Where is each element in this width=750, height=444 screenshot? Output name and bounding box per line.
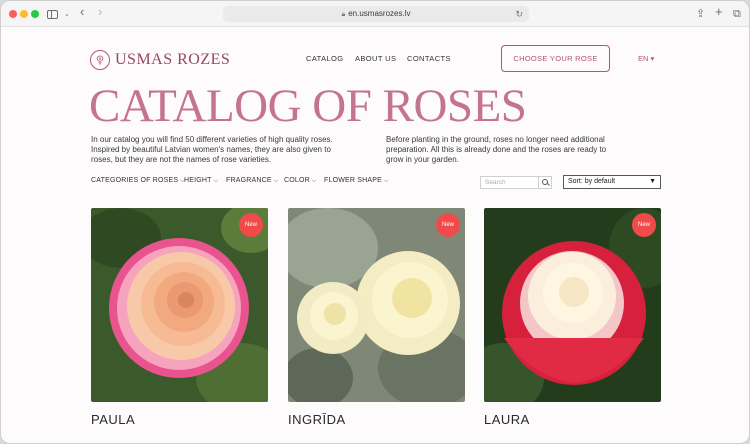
product-image-paula[interactable]: New (91, 208, 268, 402)
product-image-ingrida[interactable]: New (288, 208, 465, 402)
nav-about-us[interactable]: ABOUT US (355, 54, 396, 63)
sort-select[interactable]: Sort: by default ▼ (563, 175, 661, 189)
browser-toolbar: ⌄ ‹ › 🔒︎ en.usmasrozes.lv ↻ ⇪ + ⧉ (1, 1, 749, 27)
share-icon[interactable]: ⇪ (696, 6, 705, 22)
search-icon[interactable] (538, 177, 551, 188)
url-text: en.usmasrozes.lv (348, 9, 411, 18)
filter-categories[interactable]: CATEGORIES OF ROSES ⌵ (91, 177, 185, 185)
filter-label: CATEGORIES OF ROSES (91, 177, 179, 184)
language-selector[interactable]: EN ▾ (638, 54, 654, 63)
filter-height[interactable]: HEIGHT ⌵ (184, 177, 218, 185)
search-input[interactable]: Search (480, 176, 552, 189)
intro-text-left: In our catalog you will find 50 differen… (91, 135, 333, 164)
logo-rose-icon[interactable] (90, 50, 110, 70)
dropdown-arrow-icon: ▼ (649, 178, 656, 185)
choose-your-rose-button[interactable]: CHOOSE YOUR ROSE (501, 45, 610, 72)
forward-icon[interactable]: › (98, 4, 102, 20)
sidebar-toggle-icon[interactable] (47, 10, 58, 19)
chevron-down-icon: ⌵ (311, 178, 317, 184)
intro-text-right: Before planting in the ground, roses no … (386, 135, 607, 164)
filter-label: COLOR (284, 177, 310, 184)
new-tab-icon[interactable]: + (715, 4, 723, 20)
product-name-laura[interactable]: LAURA (484, 412, 530, 427)
chevron-down-icon[interactable]: ⌄ (64, 7, 70, 23)
logo-text[interactable]: USMAS ROZES (115, 50, 230, 70)
page-title: CATALOG OF ROSES (89, 80, 527, 132)
new-badge: New (436, 213, 460, 237)
product-name-paula[interactable]: PAULA (91, 412, 135, 427)
nav-catalog[interactable]: CATALOG (306, 54, 344, 63)
filter-label: FLOWER SHAPE (324, 177, 383, 184)
filter-fragrance[interactable]: FRAGRANCE ⌵ (226, 177, 279, 185)
chevron-down-icon: ⌵ (384, 178, 389, 184)
nav-contacts[interactable]: CONTACTS (407, 54, 451, 63)
maximize-window-button[interactable] (31, 10, 39, 18)
reload-icon[interactable]: ↻ (515, 6, 523, 22)
product-name-ingrida[interactable]: INGRĪDA (288, 412, 346, 427)
chevron-down-icon: ⌵ (273, 178, 279, 184)
search-placeholder: Search (485, 179, 506, 186)
lock-icon: 🔒︎ (341, 11, 346, 18)
tab-overview-icon[interactable]: ⧉ (733, 6, 741, 22)
filter-flower-shape[interactable]: FLOWER SHAPE ⌵ (324, 177, 389, 185)
close-window-button[interactable] (9, 10, 17, 18)
browser-window: ⌄ ‹ › 🔒︎ en.usmasrozes.lv ↻ ⇪ + ⧉ USMAS R… (0, 0, 750, 444)
chevron-down-icon: ⌵ (213, 178, 219, 184)
sort-label: Sort: by default (568, 178, 616, 185)
new-badge: New (239, 213, 263, 237)
minimize-window-button[interactable] (20, 10, 28, 18)
new-badge: New (632, 213, 656, 237)
address-bar[interactable]: 🔒︎ en.usmasrozes.lv ↻ (223, 6, 529, 22)
filter-color[interactable]: COLOR ⌵ (284, 177, 317, 185)
filter-label: FRAGRANCE (226, 177, 272, 184)
product-image-laura[interactable]: New (484, 208, 661, 402)
back-icon[interactable]: ‹ (80, 4, 84, 20)
filter-label: HEIGHT (184, 177, 212, 184)
